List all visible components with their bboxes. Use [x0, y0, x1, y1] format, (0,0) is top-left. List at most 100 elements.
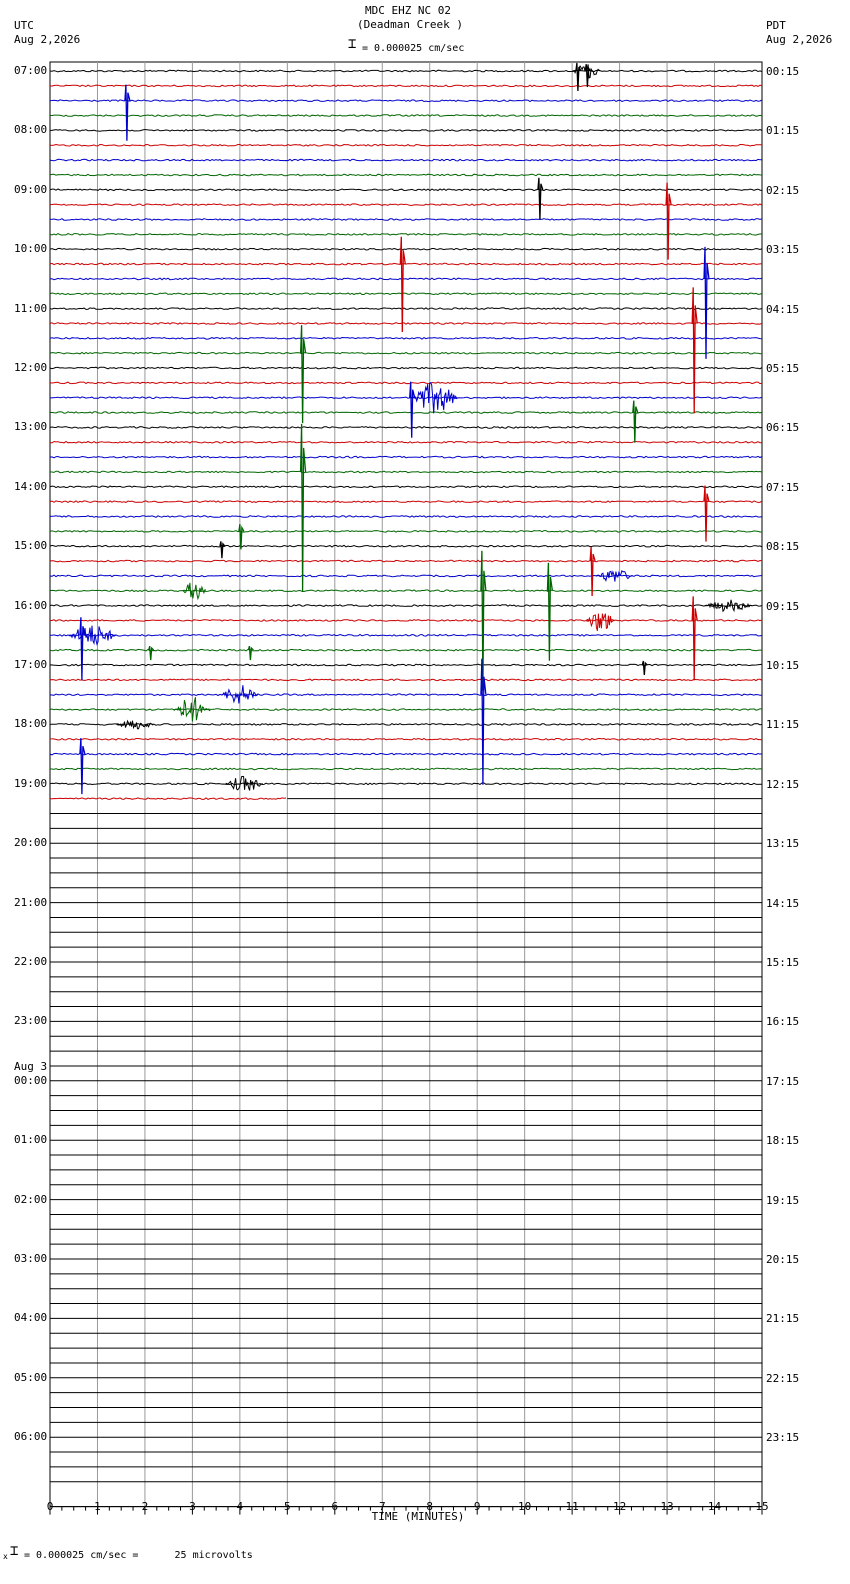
utc-hour-label: 13:00 — [14, 420, 48, 434]
utc-hour-label: 16:00 — [14, 598, 48, 612]
pdt-hour-label: 15:15 — [766, 956, 800, 969]
utc-hour-label: 03:00 — [14, 1252, 48, 1265]
trace-line — [49, 158, 762, 162]
utc-hour-label: 07:00 — [14, 64, 48, 77]
trace-line — [49, 752, 763, 756]
pdt-hour-label: 21:15 — [766, 1312, 800, 1326]
pdt-hour-label: 05:15 — [766, 362, 800, 375]
x-tick-label: 9 — [473, 1500, 481, 1513]
pdt-hour-label: 06:15 — [766, 421, 800, 435]
trace-line — [49, 322, 763, 325]
pdt-hour-label: 14:15 — [766, 896, 800, 910]
trace-line — [49, 203, 763, 206]
trace-line — [49, 544, 763, 548]
date-change-label: Aug 3 — [14, 1059, 48, 1073]
x-tick-label: 3 — [189, 1500, 196, 1513]
pdt-hour-label: 22:15 — [766, 1371, 800, 1385]
pdt-hour-label: 13:15 — [766, 837, 800, 851]
x-tick-label: 10 — [518, 1500, 532, 1513]
x-tick-label: 1 — [94, 1500, 101, 1513]
seismic-burst — [182, 582, 207, 601]
trace-line — [49, 69, 763, 73]
utc-hour-label: 08:00 — [14, 123, 48, 137]
x-tick-label: 14 — [707, 1500, 722, 1513]
seismic-spike — [219, 541, 226, 559]
helicorder-plot — [49, 61, 763, 1515]
trace-line — [49, 500, 763, 504]
pdt-hour-label: 09:15 — [766, 599, 800, 613]
trace-line — [49, 470, 763, 474]
seismic-spike — [299, 423, 307, 593]
footer-scale-icon: ⌶ — [10, 1543, 19, 1559]
seismic-spike — [691, 596, 698, 681]
utc-hour-label: 00:00 — [14, 1073, 48, 1087]
trace-line — [49, 737, 763, 741]
seismic-spike — [691, 287, 698, 414]
pdt-hour-label: 11:15 — [766, 718, 800, 732]
seismic-spike — [409, 381, 416, 438]
trace-line — [49, 693, 763, 697]
trace-line — [49, 604, 763, 608]
utc-hour-label: 01:00 — [14, 1133, 48, 1147]
trace-line — [49, 366, 763, 370]
x-tick-label: 4 — [236, 1500, 244, 1513]
trace-line — [49, 84, 763, 88]
trace-line — [49, 515, 763, 518]
utc-hour-label: 05:00 — [14, 1370, 48, 1384]
trace-line — [50, 128, 763, 132]
seismic-burst — [410, 382, 458, 414]
trace-line — [49, 173, 763, 177]
utc-hour-label: 10:00 — [14, 242, 48, 256]
utc-hour-label: 20:00 — [14, 836, 48, 850]
utc-hour-label: 04:00 — [14, 1311, 48, 1325]
pdt-hour-label: 20:15 — [766, 1253, 800, 1266]
utc-hour-label: 23:00 — [14, 1014, 48, 1028]
trace-line — [49, 767, 763, 771]
seismic-spike — [632, 400, 639, 443]
seismic-burst — [586, 613, 615, 632]
x-tick-label: 0 — [46, 1500, 54, 1513]
seismic-spike — [79, 617, 86, 681]
pdt-hour-label: 00:15 — [766, 65, 800, 78]
seismic-spike — [703, 485, 710, 542]
trace-line — [49, 530, 762, 533]
pdt-hour-label: 03:15 — [766, 243, 800, 257]
x-axis-label: TIME (MINUTES) — [371, 1510, 465, 1523]
seismic-spike — [589, 546, 596, 597]
trace-line — [49, 99, 763, 103]
seismic-spike — [641, 660, 648, 676]
pdt-hour-label: 18:15 — [766, 1134, 800, 1148]
x-tick-label: 6 — [331, 1500, 339, 1513]
utc-hour-label: 18:00 — [14, 717, 48, 731]
pdt-hour-label: 23:15 — [766, 1431, 800, 1445]
trace-line — [49, 277, 763, 281]
utc-hour-label: 11:00 — [14, 301, 48, 315]
x-tick-label: 13 — [660, 1500, 674, 1513]
pdt-hour-label: 08:15 — [766, 540, 800, 554]
trace-line — [49, 292, 763, 296]
seismic-spike — [148, 645, 155, 661]
trace-line — [49, 678, 763, 682]
x-tick-label: 11 — [565, 1500, 579, 1513]
seismic-spike — [299, 325, 307, 424]
trace-line — [49, 396, 763, 400]
pdt-hour-label: 17:15 — [766, 1074, 800, 1088]
utc-hour-label: 17:00 — [14, 658, 48, 671]
pdt-hour-label: 02:15 — [766, 183, 800, 197]
trace-line — [49, 797, 287, 800]
pdt-hour-label: 07:15 — [766, 480, 800, 494]
seismic-spike — [546, 562, 554, 661]
trace-line — [49, 351, 762, 355]
pdt-hour-label: 01:15 — [766, 124, 800, 138]
utc-hour-label: 15:00 — [14, 539, 48, 553]
trace-line — [49, 143, 763, 147]
seismic-spike — [584, 64, 591, 88]
trace-line — [49, 218, 763, 221]
trace-line — [49, 440, 763, 444]
trace-line — [49, 411, 763, 414]
utc-hour-label: 22:00 — [14, 955, 48, 968]
seismic-burst — [225, 775, 263, 791]
utc-hour-label: 09:00 — [14, 182, 48, 196]
trace-line — [49, 648, 762, 652]
x-tick-label: 12 — [612, 1500, 627, 1513]
